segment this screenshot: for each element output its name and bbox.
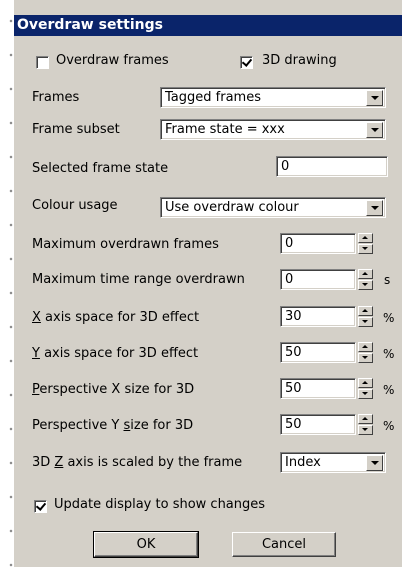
spin-down-icon[interactable] xyxy=(358,353,373,363)
overdraw-settings-dialog: Overdraw settings Overdraw frames 3D dra… xyxy=(14,0,403,567)
chevron-down-icon[interactable] xyxy=(366,200,383,216)
colour-usage-label: Colour usage xyxy=(32,198,118,213)
chevron-down-icon[interactable] xyxy=(366,90,383,106)
perspective-x-spinner[interactable] xyxy=(358,378,373,399)
z-axis-label: 3D Z axis is scaled by the frame xyxy=(32,455,243,470)
spin-up-icon[interactable] xyxy=(358,378,373,388)
percent-unit: % xyxy=(383,311,395,325)
x-axis-space-input[interactable]: 30 xyxy=(280,306,356,327)
colour-usage-value: Use overdraw colour xyxy=(165,200,299,215)
percent-unit: % xyxy=(383,419,395,433)
spin-down-icon[interactable] xyxy=(358,280,373,290)
spin-down-icon[interactable] xyxy=(358,389,373,399)
spin-up-icon[interactable] xyxy=(358,414,373,424)
3d-drawing-label: 3D drawing xyxy=(262,53,337,68)
frame-subset-label: Frame subset xyxy=(32,122,120,137)
x-axis-space-spinner[interactable] xyxy=(358,306,373,327)
3d-drawing-checkbox[interactable] xyxy=(240,56,253,69)
y-axis-space-spinner[interactable] xyxy=(358,342,373,363)
frames-value: Tagged frames xyxy=(165,90,261,105)
selected-frame-state-input[interactable]: 0 xyxy=(276,156,388,177)
spin-up-icon[interactable] xyxy=(358,269,373,279)
x-axis-space-label: X axis space for 3D effect xyxy=(32,310,200,325)
z-axis-dropdown[interactable]: Index xyxy=(280,452,386,473)
z-axis-value: Index xyxy=(285,455,321,470)
max-time-range-spinner[interactable] xyxy=(358,269,373,290)
max-time-range-label: Maximum time range overdrawn xyxy=(32,272,245,287)
cancel-button[interactable]: Cancel xyxy=(232,532,336,557)
frame-subset-value: Frame state = xxx xyxy=(165,122,285,137)
colour-usage-dropdown[interactable]: Use overdraw colour xyxy=(160,197,386,218)
spin-up-icon[interactable] xyxy=(358,342,373,352)
spin-down-icon[interactable] xyxy=(358,317,373,327)
y-axis-space-input[interactable]: 50 xyxy=(280,342,356,363)
spin-up-icon[interactable] xyxy=(358,306,373,316)
seconds-unit: s xyxy=(384,273,391,287)
y-axis-space-label: Y axis space for 3D effect xyxy=(32,346,199,361)
overdraw-frames-label: Overdraw frames xyxy=(56,53,169,68)
max-time-range-input[interactable]: 0 xyxy=(280,269,356,290)
spin-up-icon[interactable] xyxy=(358,233,373,243)
overdraw-frames-checkbox[interactable] xyxy=(36,56,49,69)
max-overdrawn-frames-input[interactable]: 0 xyxy=(280,233,356,254)
chevron-down-icon[interactable] xyxy=(366,122,383,138)
update-display-checkbox[interactable] xyxy=(34,500,47,513)
dotted-separator xyxy=(0,0,14,567)
spin-down-icon[interactable] xyxy=(358,425,373,435)
update-display-label: Update display to show changes xyxy=(54,497,266,512)
percent-unit: % xyxy=(383,347,395,361)
perspective-x-label: Perspective X size for 3D xyxy=(32,382,195,397)
frames-dropdown[interactable]: Tagged frames xyxy=(160,87,386,108)
perspective-y-spinner[interactable] xyxy=(358,414,373,435)
ok-button[interactable]: OK xyxy=(93,531,199,558)
perspective-x-input[interactable]: 50 xyxy=(280,378,356,399)
max-overdrawn-frames-spinner[interactable] xyxy=(358,233,373,254)
perspective-y-input[interactable]: 50 xyxy=(280,414,356,435)
percent-unit: % xyxy=(383,383,395,397)
chevron-down-icon[interactable] xyxy=(366,455,383,471)
perspective-y-label: Perspective Y size for 3D xyxy=(32,418,194,433)
frames-label: Frames xyxy=(32,90,80,105)
dialog-title: Overdraw settings xyxy=(14,15,402,36)
max-overdrawn-frames-label: Maximum overdrawn frames xyxy=(32,237,219,252)
frame-subset-dropdown[interactable]: Frame state = xxx xyxy=(160,119,386,140)
spin-down-icon[interactable] xyxy=(358,244,373,254)
selected-frame-state-label: Selected frame state xyxy=(32,161,169,176)
